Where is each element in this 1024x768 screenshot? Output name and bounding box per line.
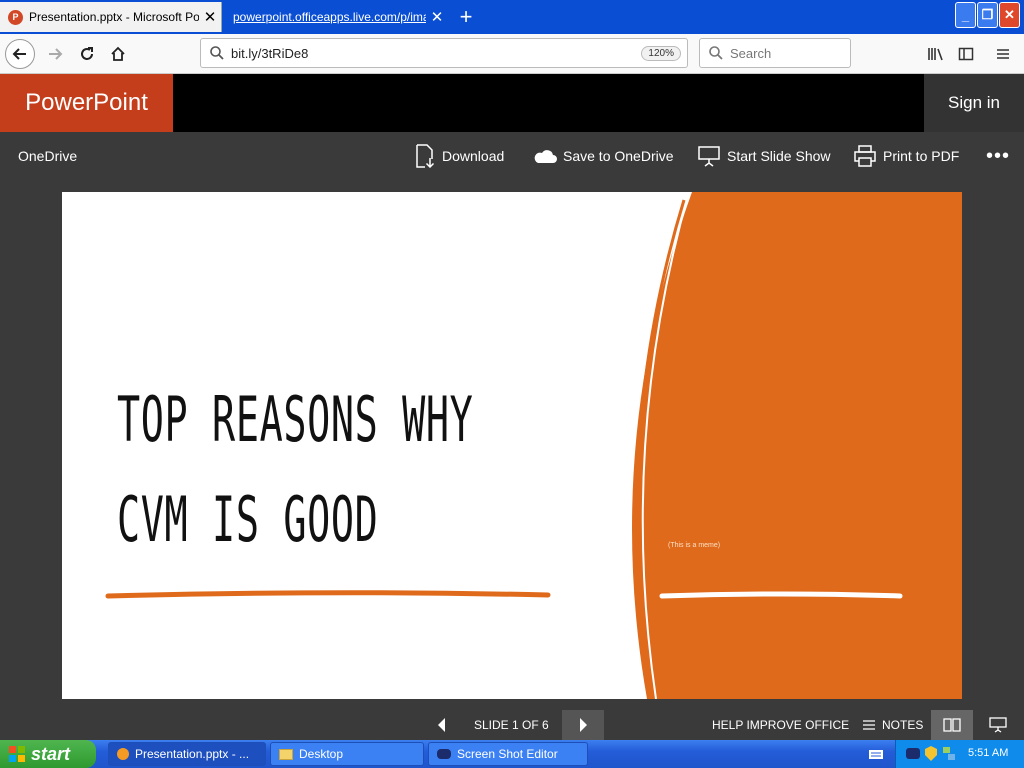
firefox-icon [117, 748, 129, 760]
search-placeholder: Search [730, 45, 772, 61]
zoom-level-badge[interactable]: 120% [641, 46, 681, 61]
home-icon [111, 46, 125, 61]
start-label: start [31, 743, 71, 764]
print-to-pdf-label: Print to PDF [883, 148, 960, 164]
app-header: PowerPoint Sign in [0, 74, 1024, 132]
download-icon [416, 144, 435, 168]
sidebar-icon [958, 47, 974, 61]
start-slide-show-label: Start Slide Show [727, 148, 831, 164]
search-icon [210, 46, 224, 60]
tab-title: powerpoint.officeapps.live.com/p/imagevi… [233, 10, 426, 24]
home-button[interactable] [103, 39, 133, 69]
url-text: bit.ly/3tRiDe8 [231, 45, 309, 61]
save-to-onedrive-label: Save to OneDrive [563, 148, 674, 164]
folder-icon [279, 748, 293, 760]
sign-in-button[interactable]: Sign in [924, 74, 1024, 132]
hamburger-menu-icon [997, 49, 1009, 59]
address-bar[interactable]: bit.ly/3tRiDe8 120% [200, 38, 688, 68]
notes-button[interactable]: NOTES [862, 710, 923, 740]
back-button[interactable] [5, 39, 35, 69]
powerpoint-brand[interactable]: PowerPoint [0, 74, 173, 132]
powerpoint-favicon-icon: P [8, 9, 23, 25]
reload-icon [81, 47, 93, 60]
slide-canvas: TOP REASONS WHY CVM IS GOOD (This is a m… [62, 192, 962, 699]
library-icon [928, 48, 943, 61]
forward-arrow-icon [49, 48, 63, 60]
back-arrow-icon [12, 48, 26, 60]
slide-title-line-1: TOP REASONS WHY [117, 383, 474, 456]
slide-stage: TOP REASONS WHY CVM IS GOOD (This is a m… [0, 180, 1024, 710]
new-tab-button[interactable]: + [452, 3, 480, 31]
close-tab-icon[interactable]: ✕ [199, 8, 221, 26]
keyboard-icon-glyph [869, 750, 883, 759]
reading-view-button[interactable] [931, 710, 973, 740]
reload-button[interactable] [72, 39, 102, 69]
sidebar-button[interactable] [951, 39, 981, 69]
tray-app-icon[interactable] [906, 748, 920, 759]
notes-icon [863, 720, 875, 730]
printer-icon [854, 145, 876, 167]
underline-white [659, 591, 903, 599]
cloud-icon [534, 150, 557, 163]
save-to-onedrive-button[interactable]: Save to OneDrive [533, 132, 674, 180]
next-slide-button[interactable] [562, 710, 604, 740]
previous-arrow-icon [438, 718, 445, 732]
slide-navigation-bar: SLIDE 1 OF 6 HELP IMPROVE OFFICE NOTES [0, 710, 1024, 740]
network-icon-glyph [943, 747, 955, 760]
maximize-window-button[interactable]: ❐ [977, 2, 998, 28]
slide-title: TOP REASONS WHY CVM IS GOOD [117, 370, 474, 570]
notes-label: NOTES [882, 718, 924, 732]
search-icon [709, 46, 723, 60]
library-button[interactable] [921, 39, 951, 69]
book-icon [943, 718, 961, 732]
forward-button[interactable] [40, 39, 70, 69]
tab-presentation[interactable]: P Presentation.pptx - Microsoft PowerPoi… [0, 2, 222, 32]
close-tab-icon[interactable]: ✕ [426, 8, 448, 26]
projector-icon [989, 717, 1007, 733]
tab-imageviewer[interactable]: powerpoint.officeapps.live.com/p/imagevi… [223, 2, 448, 32]
clock[interactable]: 5:51 AM [968, 747, 1008, 759]
previous-slide-button[interactable] [432, 710, 452, 740]
start-button[interactable]: start [0, 740, 96, 768]
orange-shape [632, 192, 962, 699]
next-arrow-icon [580, 718, 587, 732]
windows-taskbar: start Presentation.pptx - ... Desktop Sc… [0, 740, 1024, 768]
taskbar-item-label: Desktop [299, 747, 344, 761]
help-improve-office-link[interactable]: HELP IMPROVE OFFICE [712, 710, 849, 740]
menu-button[interactable] [988, 39, 1018, 69]
print-to-pdf-button[interactable]: Print to PDF [853, 132, 959, 180]
keyboard-icon[interactable] [868, 747, 884, 761]
slideshow-icon [698, 146, 720, 167]
network-icon[interactable] [942, 746, 956, 761]
slide-indicator: SLIDE 1 OF 6 [474, 718, 549, 732]
system-tray: 5:51 AM [895, 740, 1024, 768]
underline-orange [105, 590, 551, 599]
start-slide-show-button[interactable]: Start Slide Show [697, 132, 831, 180]
browser-tab-strip: P Presentation.pptx - Microsoft PowerPoi… [0, 0, 1024, 34]
taskbar-item-desktop[interactable]: Desktop [270, 742, 424, 766]
minimize-window-button[interactable]: _ [955, 2, 976, 28]
command-bar: OneDrive Download Save to OneDrive Start… [0, 132, 1024, 180]
taskbar-item-screen-shot-editor[interactable]: Screen Shot Editor [428, 742, 588, 766]
download-button[interactable]: Download [414, 132, 504, 180]
slide-caption: (This is a meme) [668, 542, 721, 549]
windows-logo-icon [9, 746, 25, 762]
taskbar-item-label: Screen Shot Editor [457, 747, 558, 761]
download-label: Download [442, 148, 505, 164]
more-options-icon[interactable]: ••• [986, 132, 1010, 180]
close-window-button[interactable]: ✕ [999, 2, 1020, 28]
browser-navigation-bar: bit.ly/3tRiDe8 120% Search [0, 34, 1024, 74]
taskbar-item-label: Presentation.pptx - ... [135, 747, 250, 761]
slide-title-line-2: CVM IS GOOD [117, 483, 379, 556]
editor-icon [437, 749, 451, 759]
onedrive-link[interactable]: OneDrive [18, 132, 77, 180]
security-shield-icon[interactable] [925, 746, 937, 761]
slideshow-view-button[interactable] [983, 710, 1013, 740]
search-input[interactable]: Search [699, 38, 851, 68]
tab-title: Presentation.pptx - Microsoft PowerPoint… [29, 10, 199, 24]
taskbar-item-presentation[interactable]: Presentation.pptx - ... [108, 742, 266, 766]
